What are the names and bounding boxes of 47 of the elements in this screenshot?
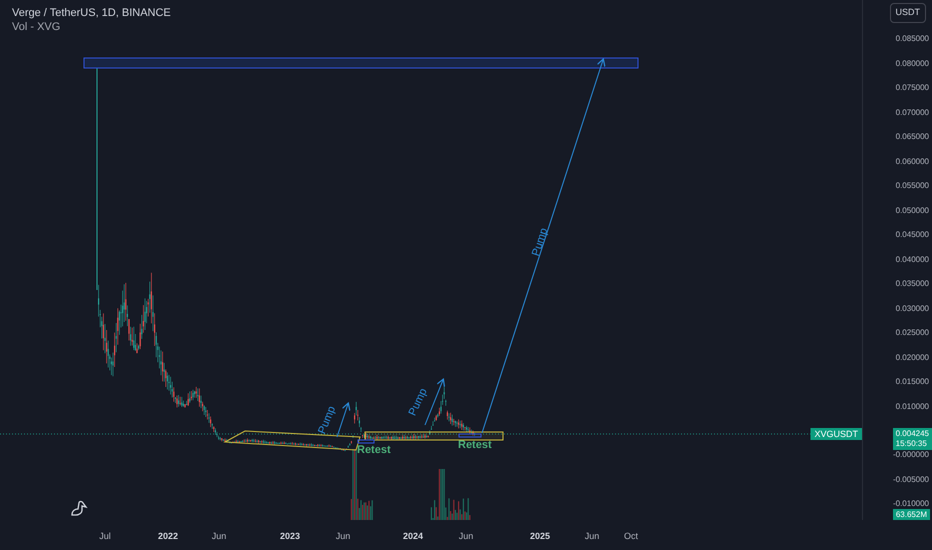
time-tick-label: Jun <box>336 530 350 543</box>
pump-arrow[interactable] <box>336 402 350 438</box>
time-axis[interactable]: Jul 2022 Jun 2023 Jun 2024 Jun 2025 Jun Oct <box>0 520 932 550</box>
price-tick-label: -0.005000 <box>892 474 929 484</box>
price-tick-label: 0.055000 <box>896 181 929 191</box>
price-tick-label: 0.080000 <box>896 58 929 68</box>
price-tick-label: 0.065000 <box>896 132 929 142</box>
time-tick-label: Jun <box>212 530 226 543</box>
price-tick-label: 0.025000 <box>896 328 929 338</box>
time-tick-label: Jun <box>584 530 600 543</box>
indicator-label: Vol - XVG <box>12 20 62 34</box>
currency-button[interactable]: USDT <box>890 3 926 22</box>
price-axis[interactable] <box>862 0 932 520</box>
pump-label: Pump <box>315 404 340 437</box>
price-tick-label: 0.035000 <box>896 279 929 289</box>
price-tick-label: 0.085000 <box>896 34 929 44</box>
retest-marker[interactable] <box>358 440 374 444</box>
symbol-title: Verge / TetherUS, 1D, BINANCE <box>12 6 171 20</box>
time-tick-label: 2025 <box>530 530 550 543</box>
volume-value-tag: 63.652M <box>892 509 930 520</box>
time-tick-label: Jun <box>458 530 474 543</box>
retest-marker[interactable] <box>458 434 482 438</box>
time-tick-label: 2024 <box>402 530 424 543</box>
time-tick-label: 2023 <box>280 530 300 543</box>
price-tick-label: 0.060000 <box>896 156 929 166</box>
price-tick-label: 0.030000 <box>896 304 929 314</box>
price-tick-label: 0.045000 <box>896 230 929 240</box>
pump-label: Pump <box>529 226 552 258</box>
countdown-timer: 15:50:35 <box>896 439 928 449</box>
last-price-value: 0.004245 <box>896 429 929 439</box>
price-tick-label: 0.040000 <box>896 254 929 264</box>
price-tick-label: 0.075000 <box>896 83 929 93</box>
price-tick-label: -0.010000 <box>892 499 929 509</box>
price-tick-label: 0.050000 <box>896 206 929 216</box>
time-tick-label: 2022 <box>158 530 178 543</box>
price-tick-label: -0.000000 <box>892 450 929 460</box>
time-tick-label: Jul <box>99 530 111 543</box>
time-tick-label: Oct <box>624 530 638 543</box>
price-tick-label: 0.070000 <box>896 108 929 118</box>
consolidation-rectangle[interactable] <box>364 432 504 440</box>
price-tick-label: 0.010000 <box>896 402 929 412</box>
price-tick-label: 0.020000 <box>896 352 929 362</box>
price-tick-label: 0.015000 <box>896 377 929 387</box>
retest-label: Retest <box>357 443 391 458</box>
retest-label: Retest <box>458 438 492 453</box>
last-price-symbol: XVGUSDT <box>810 428 862 440</box>
logo-icon <box>70 500 88 516</box>
